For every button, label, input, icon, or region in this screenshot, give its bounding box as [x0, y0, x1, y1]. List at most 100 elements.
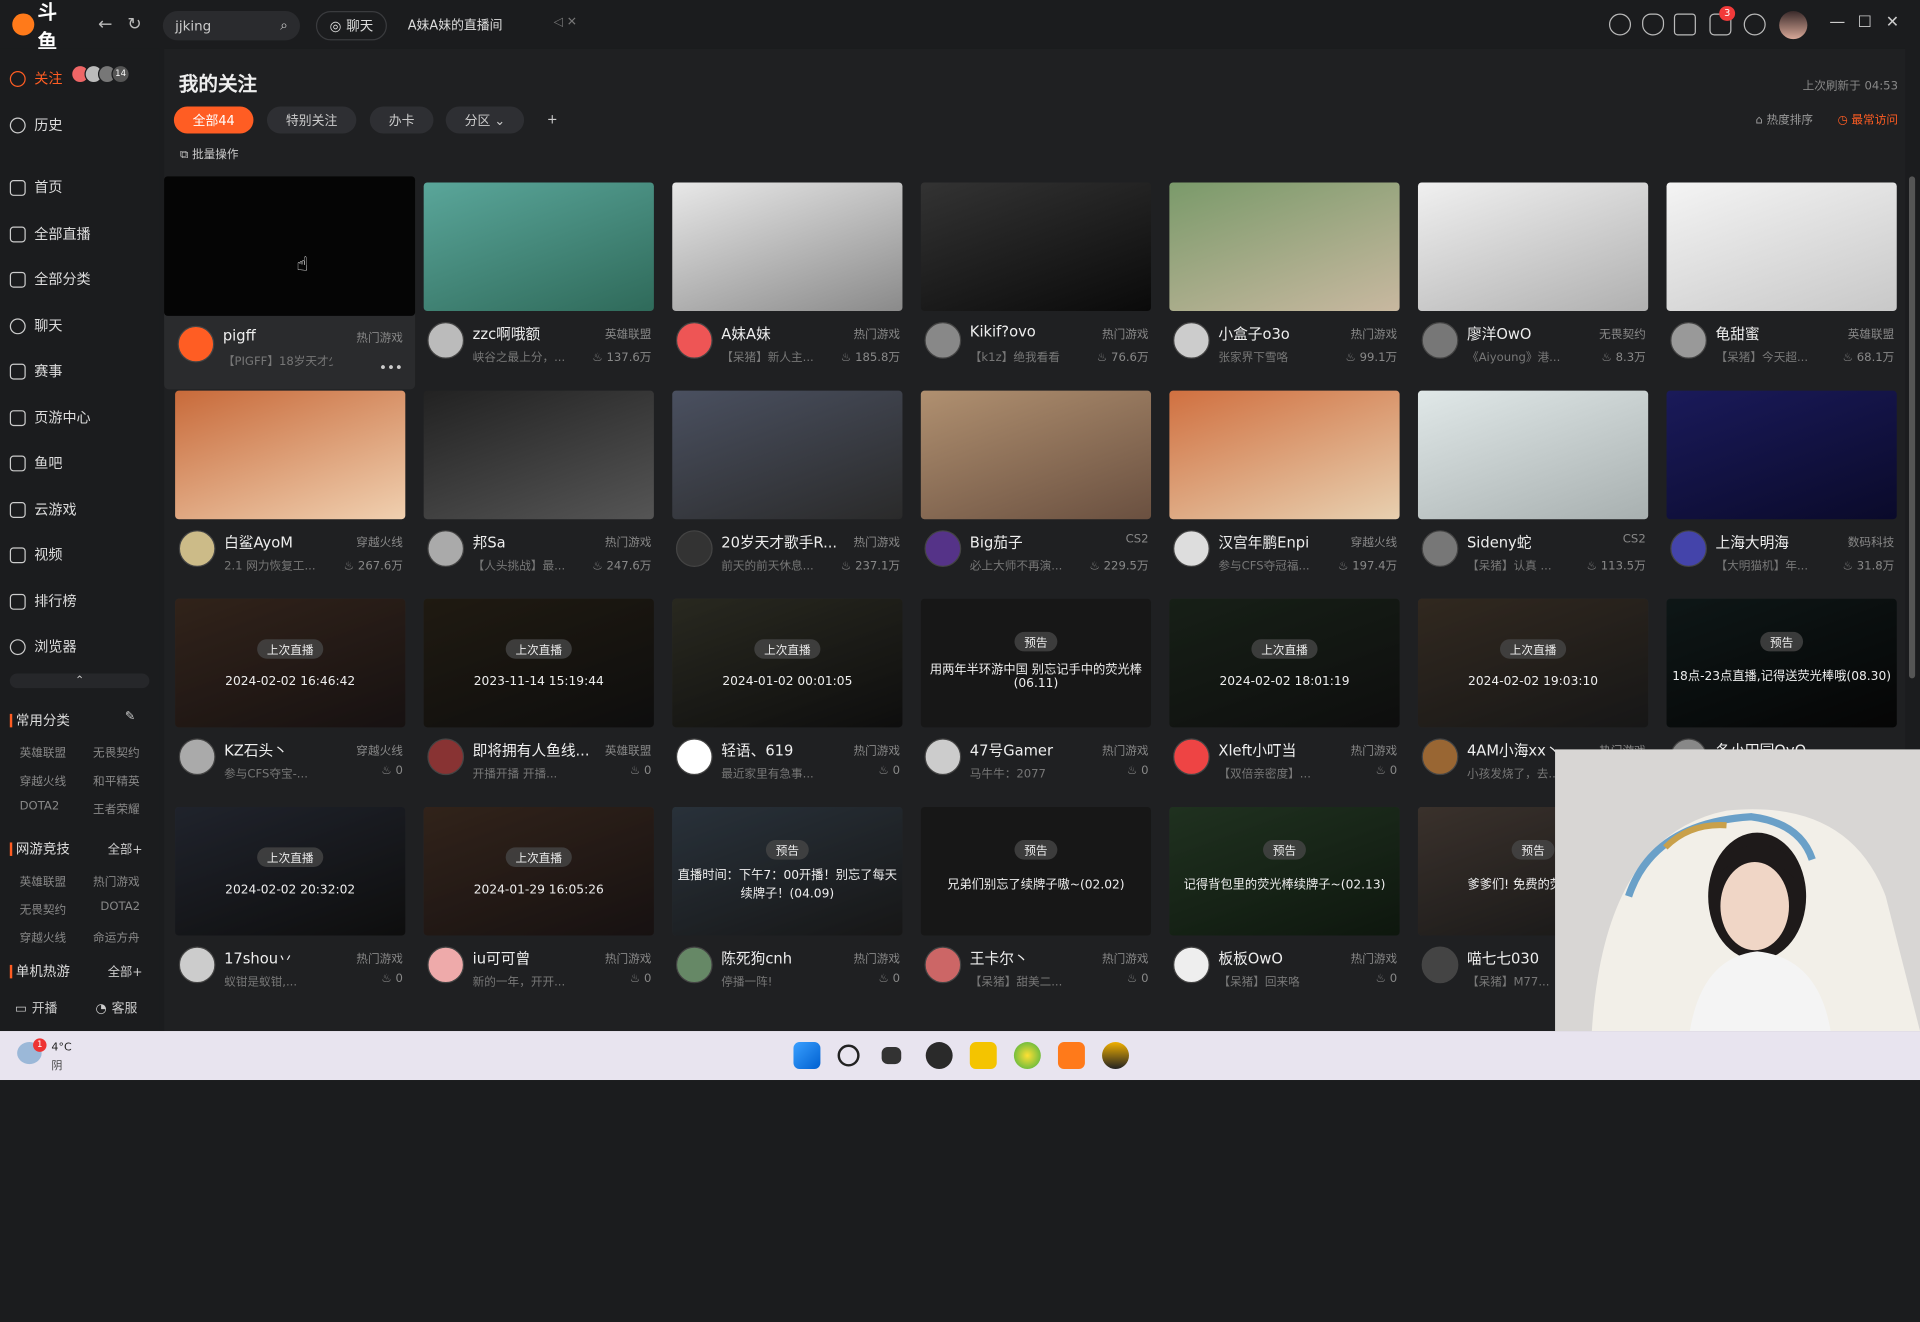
streamer-card[interactable]: A妹A妹 热门游戏 【呆猪】新人主... ♨ 185.8万 — [672, 182, 903, 375]
stream-thumbnail[interactable] — [1417, 390, 1649, 520]
customer-service-button[interactable]: ◔ 客服 — [96, 999, 138, 1017]
streamer-avatar[interactable] — [1670, 530, 1707, 567]
streamer-avatar[interactable] — [1421, 322, 1459, 359]
stream-thumbnail[interactable] — [1417, 182, 1649, 312]
streamer-card[interactable]: 邦Sa 热门游戏 【人头挑战】最... ♨ 247.6万 — [423, 390, 654, 584]
streamer-name[interactable]: A妹A妹 — [721, 323, 843, 344]
streamer-avatar[interactable] — [178, 530, 216, 567]
streamer-card[interactable]: 上次直播 2024-01-02 00:01:05 轻语、619 热门游戏 最近家里有急事… — [672, 598, 903, 792]
streamer-avatar[interactable] — [1421, 530, 1459, 567]
streamer-avatar[interactable] — [675, 530, 713, 567]
streamer-card[interactable]: 预告 记得背包里的荧光棒续牌子~(02.13) 板板OwO 热门游戏 【呆猪】回来咯 ♨ … — [1169, 806, 1400, 1000]
sidebar-item-cloud-games[interactable]: 云游戏 — [9, 500, 77, 520]
streamer-name[interactable]: 邦Sa — [473, 531, 595, 552]
streamer-name[interactable]: 轻语、619 — [721, 740, 843, 761]
search-icon[interactable]: ⌕ — [280, 17, 288, 34]
category-link[interactable]: 英雄联盟 — [20, 872, 67, 889]
single-all-link[interactable]: 全部+ — [108, 961, 143, 979]
scrollbar[interactable] — [1908, 176, 1916, 679]
category-link[interactable]: 王者荣耀 — [93, 800, 140, 816]
filter-special[interactable]: 特别关注 — [266, 106, 357, 134]
sort-hot-button[interactable]: ⌂ 热度排序 — [1755, 110, 1813, 127]
followed-avatars[interactable]: 14 — [71, 64, 130, 84]
streamer-card[interactable]: 上次直播 2024-02-02 18:01:19 Xleft小叮当 热门游戏 【双倍亲密… — [1169, 598, 1400, 792]
streamer-card[interactable]: zzc啊哦额 英雄联盟 峡谷之最上分，... ♨ 137.6万 — [423, 182, 654, 375]
sidebar-item-video[interactable]: 视频 — [9, 545, 62, 565]
category-link[interactable]: 热门游戏 — [93, 872, 140, 889]
chat-button[interactable]: ◎ 聊天 — [315, 11, 387, 41]
category-link[interactable]: 英雄联盟 — [20, 743, 67, 760]
app-icon[interactable] — [1102, 1042, 1129, 1069]
sidebar-item-rankings[interactable]: 排行榜 — [9, 591, 77, 611]
stream-thumbnail[interactable] — [672, 182, 903, 312]
collapse-button[interactable]: ⌃ — [9, 673, 150, 689]
streamer-card[interactable]: Kikif?ovo 热门游戏 【k1z】绝我看看 ♨ 76.6万 — [920, 182, 1152, 375]
streamer-card[interactable]: 预告 直播时间：下午7：00开播！别忘了每天续牌子！(04.09) 陈死狗cnh 热门… — [672, 806, 903, 1000]
batch-operation-button[interactable]: ⧉ 批量操作 — [180, 144, 239, 161]
streamer-avatar[interactable] — [675, 946, 713, 984]
search-input[interactable]: jjking ⌕ — [162, 11, 301, 41]
streamer-avatar[interactable] — [1173, 530, 1210, 567]
filter-all[interactable]: 全部44 — [173, 106, 254, 134]
streamer-avatar[interactable] — [427, 738, 465, 776]
douyu-logo[interactable]: 斗鱼 — [12, 0, 76, 53]
history-icon[interactable] — [1608, 13, 1632, 36]
stream-thumbnail[interactable] — [1169, 182, 1400, 312]
streamer-card[interactable]: 上次直播 2023-11-14 15:19:44 即将拥有人鱼线... 英雄联盟 开播开… — [423, 598, 654, 792]
streamer-card[interactable]: 龟甜蜜 英雄联盟 【呆猪】今天超... ♨ 68.1万 — [1666, 182, 1897, 375]
streamer-avatar[interactable] — [675, 738, 713, 776]
stream-thumbnail[interactable] — [1666, 390, 1897, 520]
streamer-card[interactable]: 上次直播 2024-02-02 20:32:02 17shou丷 热门游戏 蚁钳是蚁钳,… — [175, 806, 406, 1000]
streamer-card[interactable]: 预告 兄弟们别忘了续牌子嗷~(02.02) 王卡尔丶 热门游戏 【呆猪】甜美二... ♨ … — [920, 806, 1152, 1000]
minimize-icon[interactable]: — — [1829, 13, 1845, 31]
maximize-icon[interactable]: ☐ — [1858, 13, 1872, 31]
filter-card[interactable]: 办卡 — [369, 106, 434, 134]
app-icon[interactable] — [925, 1042, 953, 1069]
streamer-card[interactable]: 预告 用两年半环游中国 别忘记手中的荧光棒(06.11) 47号Gamer 热门游戏马… — [920, 598, 1152, 792]
app-icon[interactable] — [969, 1042, 997, 1069]
sidebar-item-all-live[interactable]: 全部直播 — [9, 224, 91, 244]
sidebar-item-chat[interactable]: 聊天 — [9, 316, 62, 336]
sidebar-item-events[interactable]: 赛事 — [9, 361, 62, 381]
stream-thumbnail[interactable] — [164, 176, 416, 316]
category-link[interactable]: 命运方舟 — [93, 928, 140, 945]
settings-icon[interactable] — [1743, 13, 1766, 36]
streamer-card[interactable]: 20岁天才歌手R... 热门游戏 前天的前天休息... ♨ 237.1万 — [672, 390, 903, 584]
sort-recent-button[interactable]: ◷ 最常访问 — [1838, 110, 1898, 127]
streamer-name[interactable]: 陈死狗cnh — [721, 948, 843, 969]
streamer-avatar[interactable] — [177, 325, 215, 363]
category-link[interactable]: 和平精英 — [93, 771, 140, 788]
streamer-name[interactable]: Kikif?ovo — [970, 323, 1092, 340]
search-icon[interactable] — [837, 1044, 860, 1067]
streamer-avatar[interactable] — [924, 322, 962, 359]
task-view-icon[interactable] — [881, 1046, 902, 1065]
streamer-name[interactable]: 47号Gamer — [970, 740, 1092, 761]
streamer-name[interactable]: 廖洋OwO — [1467, 323, 1589, 344]
streamer-card[interactable]: 小盒子o3o 热门游戏 张家界下雪咯 ♨ 99.1万 — [1169, 182, 1400, 375]
category-link[interactable]: DOTA2 — [100, 900, 140, 913]
streamer-avatar[interactable] — [924, 738, 962, 776]
stream-thumbnail[interactable] — [423, 182, 654, 312]
current-room-tab[interactable]: A妹A妹的直播间 — [408, 16, 503, 34]
close-icon[interactable]: ✕ — [1886, 13, 1899, 31]
category-link[interactable]: 穿越火线 — [20, 771, 67, 788]
chrome-icon[interactable] — [1013, 1042, 1041, 1069]
sidebar-item-webgames[interactable]: 页游中心 — [9, 408, 91, 428]
edit-icon[interactable]: ✎ — [125, 710, 135, 723]
streamer-card[interactable]: pigff 热门游戏【PIGFF】18岁天才少年... ••• ☝ — [164, 176, 416, 376]
stream-thumbnail[interactable] — [423, 390, 654, 520]
streamer-avatar[interactable] — [178, 738, 216, 776]
streamer-card[interactable]: 上次直播 2024-02-02 16:46:42 KZ石头丶 穿越火线 参与CFS夺宝-… — [175, 598, 406, 792]
streamer-card[interactable]: 上次直播 2024-01-29 16:05:26 iu可可曾 热门游戏 新的一年，开开.… — [423, 806, 654, 1000]
online-all-link[interactable]: 全部+ — [108, 839, 143, 857]
start-stream-button[interactable]: ▭ 开播 — [15, 999, 58, 1017]
sidebar-item-follow[interactable]: 关注 — [9, 69, 62, 89]
streamer-avatar[interactable] — [1670, 322, 1707, 359]
stream-thumbnail[interactable] — [1666, 182, 1897, 312]
back-icon[interactable]: ← — [98, 15, 112, 35]
streamer-card[interactable]: Sideny蛇 CS2 【呆猪】认真 ... ♨ 113.5万 — [1417, 390, 1649, 584]
more-icon[interactable]: ••• — [379, 360, 403, 376]
streamer-card[interactable]: 汉宫年鹏Enpi 穿越火线 参与CFS夺冠福... ♨ 197.4万 — [1169, 390, 1400, 584]
heart-icon[interactable] — [1642, 13, 1665, 36]
category-link[interactable]: 无畏契约 — [20, 900, 67, 917]
